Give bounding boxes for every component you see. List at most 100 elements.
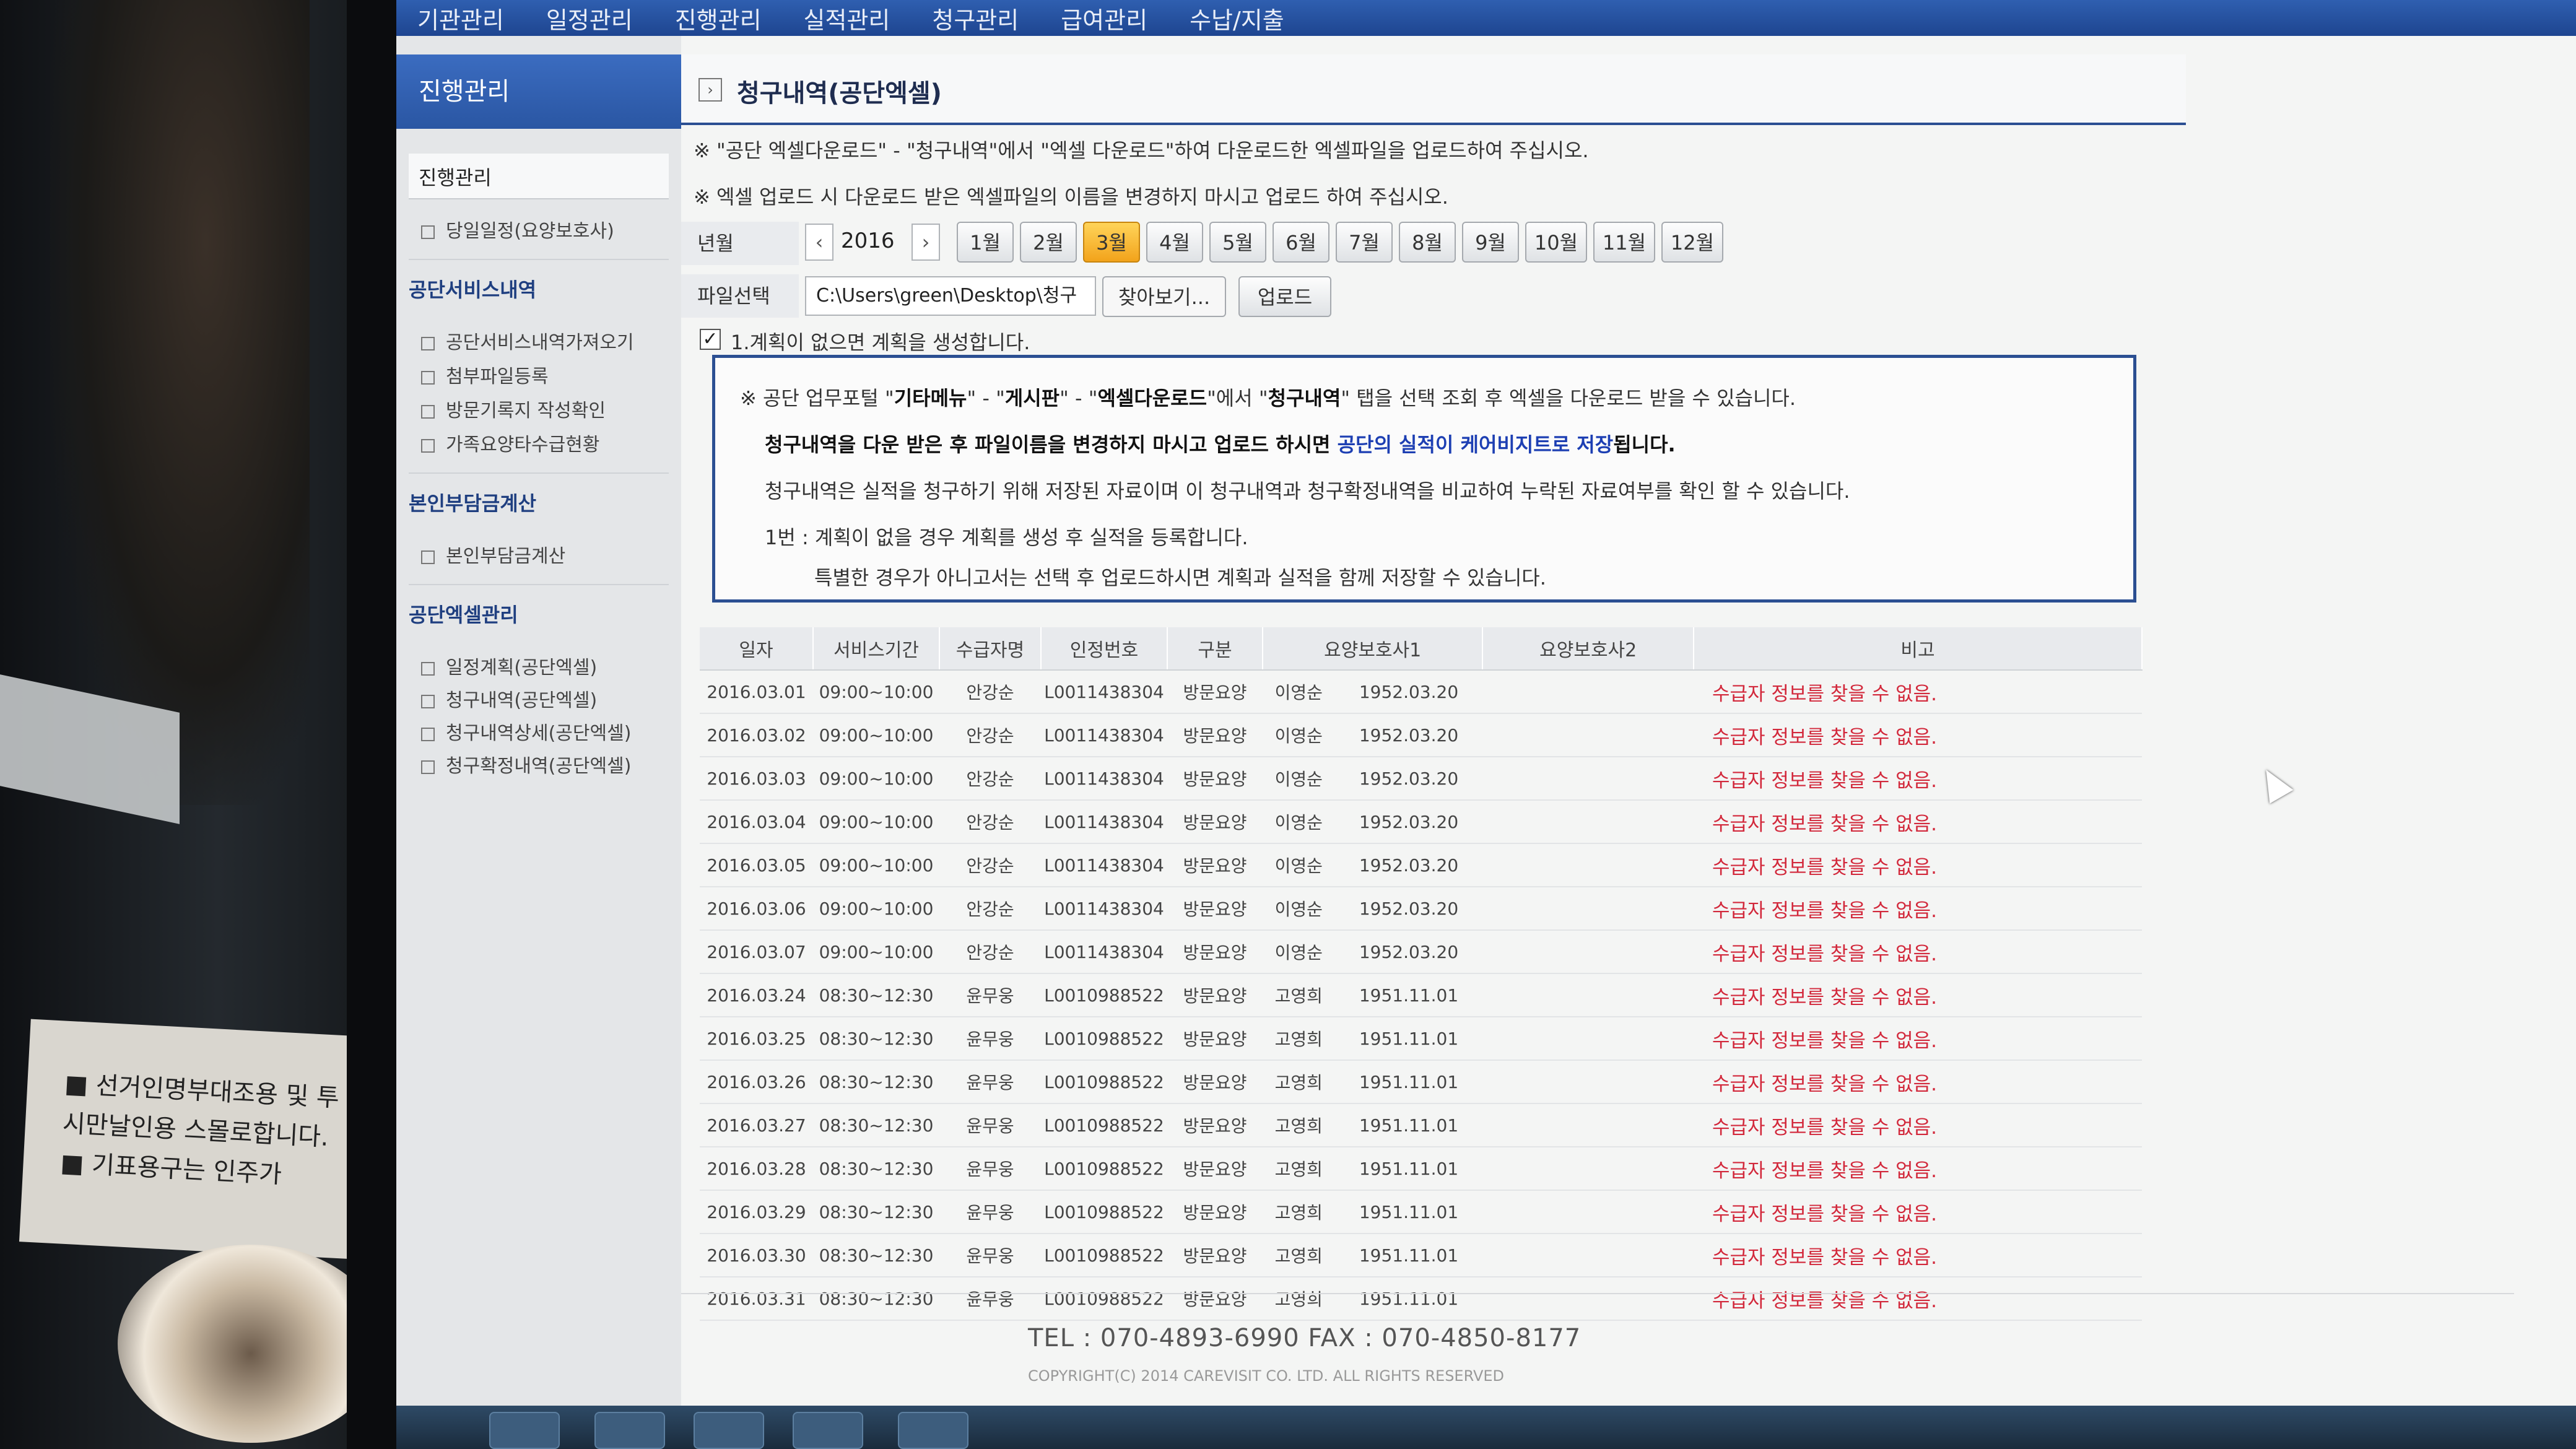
- month-button-8[interactable]: 8월: [1399, 222, 1456, 263]
- sidebar-item[interactable]: 청구내역상세(공단엑셀): [421, 718, 681, 745]
- table-cell: 이영순: [1263, 757, 1335, 801]
- table-cell: 고영희: [1263, 1190, 1335, 1234]
- taskbar-app-icon[interactable]: [898, 1412, 968, 1449]
- table-cell: [1482, 887, 1588, 931]
- nav-item[interactable]: 수납/지출: [1168, 1, 1305, 35]
- table-cell: [1588, 670, 1694, 714]
- sidebar-item-label: 방문기록지 작성확인: [446, 400, 606, 422]
- next-year-button[interactable]: ›: [912, 224, 940, 261]
- file-path-input[interactable]: C:\Users\green\Desktop\청구: [805, 276, 1096, 316]
- remark-cell: 수급자 정보를 찾을 수 없음.: [1694, 930, 2142, 974]
- nav-item[interactable]: 기관관리: [396, 1, 525, 35]
- nav-item[interactable]: 실적관리: [783, 1, 912, 35]
- month-button-11[interactable]: 11월: [1593, 222, 1655, 263]
- table-cell: 09:00~10:00: [813, 713, 939, 757]
- nav-item[interactable]: 급여관리: [1040, 1, 1168, 35]
- table-cell: 2016.03.05: [700, 843, 813, 887]
- remark-cell: 수급자 정보를 찾을 수 없음.: [1694, 800, 2142, 844]
- table-cell: 윤무웅: [939, 973, 1041, 1017]
- month-button-10[interactable]: 10월: [1525, 222, 1587, 263]
- table-cell: 윤무웅: [939, 1060, 1041, 1104]
- table-cell: 고영희: [1263, 1277, 1335, 1321]
- remark-cell: 수급자 정보를 찾을 수 없음.: [1694, 1017, 2142, 1061]
- month-button-6[interactable]: 6월: [1273, 222, 1329, 263]
- nav-item[interactable]: 일정관리: [525, 1, 654, 35]
- table-row[interactable]: 2016.03.30 08:30~12:30 윤무웅 L0010988522 방문요양 고…: [700, 1234, 2142, 1277]
- footer-copyright: COPYRIGHT(C) 2014 CAREVISIT CO. LTD. ALL…: [1028, 1367, 1505, 1385]
- taskbar-app-icon[interactable]: [594, 1412, 665, 1449]
- bullet-icon: [421, 404, 435, 419]
- sidebar-item[interactable]: 공단서비스내역가져오기: [421, 327, 681, 354]
- table-row[interactable]: 2016.03.24 08:30~12:30 윤무웅 L0010988522 방문요양 고…: [700, 973, 2142, 1017]
- month-button-5[interactable]: 5월: [1209, 222, 1266, 263]
- table-cell: 2016.03.07: [700, 930, 813, 974]
- month-button-2[interactable]: 2월: [1020, 222, 1077, 263]
- month-button-7[interactable]: 7월: [1336, 222, 1393, 263]
- sidebar-item[interactable]: 청구확정내역(공단엑셀): [421, 751, 681, 778]
- table-cell: L0010988522: [1041, 1234, 1167, 1277]
- sidebar-item-label: 청구확정내역(공단엑셀): [446, 755, 632, 777]
- table-row[interactable]: 2016.03.04 09:00~10:00 안강순 L0011438304 방문요양 이…: [700, 800, 2142, 844]
- table-cell: L0011438304: [1041, 843, 1167, 887]
- table-row[interactable]: 2016.03.01 09:00~10:00 안강순 L0011438304 방문요양 이…: [700, 670, 2142, 714]
- sidebar-section-title: 본인부담금계산: [409, 492, 537, 515]
- table-cell: 방문요양: [1167, 713, 1263, 757]
- footer-contact: TEL : 070-4893-6990 FAX : 070-4850-8177: [1028, 1324, 1582, 1352]
- remark-cell: 수급자 정보를 찾을 수 없음.: [1694, 973, 2142, 1017]
- table-cell: 방문요양: [1167, 757, 1263, 801]
- table-row[interactable]: 2016.03.26 08:30~12:30 윤무웅 L0010988522 방문요양 고…: [700, 1060, 2142, 1104]
- month-button-9[interactable]: 9월: [1462, 222, 1519, 263]
- table-row[interactable]: 2016.03.05 09:00~10:00 안강순 L0011438304 방문요양 이…: [700, 843, 2142, 887]
- table-cell: 09:00~10:00: [813, 670, 939, 714]
- table-row[interactable]: 2016.03.07 09:00~10:00 안강순 L0011438304 방문요양 이…: [700, 930, 2142, 974]
- table-row[interactable]: 2016.03.29 08:30~12:30 윤무웅 L0010988522 방문요양 고…: [700, 1190, 2142, 1234]
- sidebar-section-title: 공단엑셀관리: [409, 603, 518, 627]
- start-button-icon[interactable]: [489, 1412, 560, 1449]
- table-cell: [1482, 843, 1588, 887]
- sidebar-section-title: 공단서비스내역: [409, 278, 537, 302]
- table-cell: 방문요양: [1167, 887, 1263, 931]
- sidebar-item[interactable]: 본인부담금계산: [421, 541, 681, 568]
- table-cell: 2016.03.06: [700, 887, 813, 931]
- sidebar-item[interactable]: 방문기록지 작성확인: [421, 395, 681, 422]
- month-button-3[interactable]: 3월: [1083, 222, 1140, 263]
- upload-button[interactable]: 업로드: [1238, 276, 1331, 317]
- nav-item[interactable]: 청구관리: [911, 1, 1040, 35]
- month-button-4[interactable]: 4월: [1146, 222, 1203, 263]
- sidebar-header: 진행관리: [396, 54, 681, 129]
- taskbar-app-icon[interactable]: [694, 1412, 764, 1449]
- sidebar-item-today-schedule[interactable]: 당일일정(요양보호사): [421, 215, 681, 243]
- sidebar-item[interactable]: 가족요양타수급현황: [421, 429, 681, 456]
- table-row[interactable]: 2016.03.03 09:00~10:00 안강순 L0011438304 방문요양 이…: [700, 757, 2142, 801]
- table-cell: 윤무웅: [939, 1234, 1041, 1277]
- table-cell: [1482, 1190, 1588, 1234]
- sidebar-item[interactable]: 일정계획(공단엑셀): [421, 652, 681, 679]
- month-button-12[interactable]: 12월: [1661, 222, 1723, 263]
- table-cell: 고영희: [1263, 1234, 1335, 1277]
- create-plan-checkbox[interactable]: ✓: [700, 329, 721, 350]
- sidebar-item[interactable]: 첨부파일등록: [421, 361, 681, 388]
- sidebar-active-item[interactable]: 진행관리: [409, 154, 669, 199]
- prev-year-button[interactable]: ‹: [805, 224, 833, 261]
- table-cell: 1952.03.20: [1334, 670, 1483, 714]
- table-row[interactable]: 2016.03.28 08:30~12:30 윤무웅 L0010988522 방문요양 고…: [700, 1147, 2142, 1191]
- table-row[interactable]: 2016.03.06 09:00~10:00 안강순 L0011438304 방문요양 이…: [700, 887, 2142, 931]
- table-cell: 1952.03.20: [1334, 757, 1483, 801]
- table-cell: L0011438304: [1041, 930, 1167, 974]
- column-header: 수급자명: [939, 627, 1042, 671]
- table-cell: 고영희: [1263, 1017, 1335, 1061]
- table-cell: 09:00~10:00: [813, 843, 939, 887]
- sidebar-item[interactable]: 청구내역(공단엑셀): [421, 685, 681, 712]
- browse-button[interactable]: 찾아보기...: [1102, 276, 1226, 317]
- info-text: " 탭을 선택 조회 후 엑셀을 다운로드 받을 수 있습니다.: [1341, 386, 1796, 410]
- table-row[interactable]: 2016.03.31 08:30~12:30 윤무웅 L0010988522 방문요양 고…: [700, 1277, 2142, 1321]
- nav-item[interactable]: 진행관리: [654, 1, 783, 35]
- create-plan-label: 1.계획이 없으면 계획을 생성합니다.: [731, 331, 1030, 354]
- table-row[interactable]: 2016.03.25 08:30~12:30 윤무웅 L0010988522 방문요양 고…: [700, 1017, 2142, 1061]
- table-row[interactable]: 2016.03.27 08:30~12:30 윤무웅 L0010988522 방문요양 고…: [700, 1103, 2142, 1147]
- taskbar-app-icon[interactable]: [793, 1412, 863, 1449]
- info-text: 기타메뉴: [894, 386, 967, 410]
- month-button-1[interactable]: 1월: [957, 222, 1014, 263]
- remark-cell: 수급자 정보를 찾을 수 없음.: [1694, 1103, 2142, 1147]
- table-row[interactable]: 2016.03.02 09:00~10:00 안강순 L0011438304 방문요양 이…: [700, 713, 2142, 757]
